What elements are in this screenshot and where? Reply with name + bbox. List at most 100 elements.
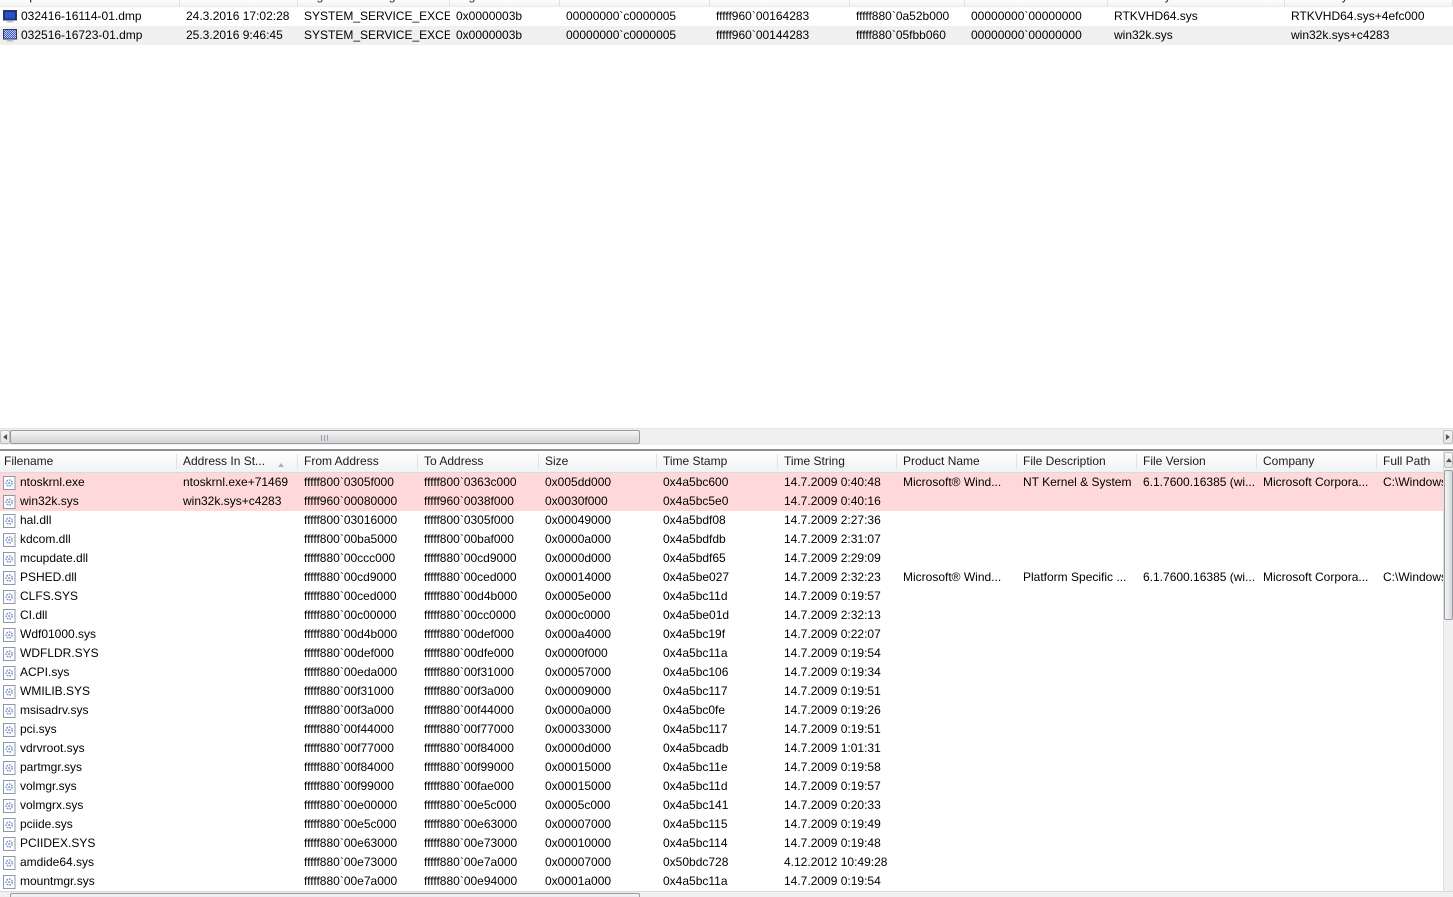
driver-row[interactable]: win32k.sys win32k.sys+c4283 fffff960`00080… xyxy=(0,492,1443,511)
driver-file-name: ACPI.sys xyxy=(20,665,70,679)
cell-time-stamp: 0x4a5bdf08 xyxy=(663,513,726,527)
upper-column-header-bug-check-string[interactable]: Bug Check String xyxy=(298,0,450,6)
driver-row[interactable]: amdide64.sys fffff880`00e73000 fffff880`00… xyxy=(0,853,1443,872)
upper-column-header-bug-check-code[interactable]: Bug Check Code xyxy=(450,0,560,6)
cell-from-address: fffff880`00c00000 xyxy=(304,608,397,622)
lower-horizontal-scrollbar[interactable] xyxy=(0,891,1453,897)
cell-company xyxy=(1257,549,1377,568)
column-header-full-path[interactable]: Full Path xyxy=(1377,451,1453,472)
scroll-up-arrow-button[interactable] xyxy=(1444,452,1453,468)
cell-address-in-stack xyxy=(177,644,298,663)
column-header-time-stamp[interactable]: Time Stamp xyxy=(657,451,778,472)
cell-size: 0x00033000 xyxy=(545,722,612,736)
cell-to-address: fffff880`00e5c000 xyxy=(424,798,517,812)
driver-row[interactable]: CI.dll fffff880`00c00000 fffff880`00cc0000… xyxy=(0,606,1443,625)
cell-parameter-4: 00000000`00000000 xyxy=(971,9,1082,23)
driver-row[interactable]: volmgr.sys fffff880`00f99000 fffff880`00fa… xyxy=(0,777,1443,796)
cell-company xyxy=(1257,644,1377,663)
driver-row[interactable]: mountmgr.sys fffff880`00e7a000 fffff880`00… xyxy=(0,872,1443,891)
column-header-filename[interactable]: Filename xyxy=(0,451,177,472)
lower-hscroll-thumb[interactable] xyxy=(10,893,640,897)
cell-company xyxy=(1257,663,1377,682)
cell-company xyxy=(1257,796,1377,815)
cell-full-path xyxy=(1377,834,1453,853)
driver-row[interactable]: ACPI.sys fffff880`00eda000 fffff880`00f310… xyxy=(0,663,1443,682)
column-header-product-name[interactable]: Product Name xyxy=(897,451,1017,472)
cell-product-name xyxy=(897,853,1017,872)
cell-time-stamp: 0x4a5bc117 xyxy=(663,684,728,698)
cell-to-address: fffff880`00ced000 xyxy=(424,570,517,584)
cell-address-in-stack xyxy=(177,872,298,891)
scroll-left-arrow-button[interactable] xyxy=(0,430,10,444)
cell-file-version xyxy=(1137,853,1257,872)
cell-company xyxy=(1257,587,1377,606)
vscroll-thumb[interactable] xyxy=(1444,470,1453,620)
column-header-address-in-stack[interactable]: Address In St... xyxy=(177,451,298,472)
cell-time-string: 14.7.2009 0:19:51 xyxy=(784,684,881,698)
cell-time-stamp: 0x4a5bc11a xyxy=(663,646,728,660)
crash-list-header-clipped: Dump FileCrash TimeBug Check StringBug C… xyxy=(0,0,1453,7)
driver-file-icon xyxy=(3,817,16,832)
driver-row[interactable]: pciide.sys fffff880`00e5c000 fffff880`00e6… xyxy=(0,815,1443,834)
driver-row[interactable]: PCIIDEX.SYS fffff880`00e63000 fffff880`00e… xyxy=(0,834,1443,853)
dump-row[interactable]: 032416-16114-01.dmp 24.3.2016 17:02:28 SYS… xyxy=(0,7,1453,26)
cell-filename: mcupdate.dll xyxy=(0,549,177,568)
column-header-time-string[interactable]: Time String xyxy=(778,451,897,472)
arrow-right-icon xyxy=(1445,434,1453,440)
hscroll-thumb[interactable] xyxy=(10,430,640,444)
driver-row[interactable]: volmgrx.sys fffff880`00e00000 fffff880`00e… xyxy=(0,796,1443,815)
cell-company xyxy=(1257,492,1377,511)
driver-file-icon xyxy=(3,741,16,756)
upper-column-header-dump-file[interactable]: Dump File xyxy=(0,0,180,6)
cell-to-address: fffff880`00f31000 xyxy=(424,665,514,679)
driver-row[interactable]: hal.dll fffff800`03016000 fffff800`0305f00… xyxy=(0,511,1443,530)
cell-time-stamp: 0x4a5bc11a xyxy=(663,874,728,888)
driver-row[interactable]: ntoskrnl.exe ntoskrnl.exe+71469 fffff800`0… xyxy=(0,473,1447,492)
column-header-from-address[interactable]: From Address xyxy=(298,451,418,472)
cell-time-stamp: 0x4a5bc114 xyxy=(663,836,728,850)
cell-to-address: fffff880`00d4b000 xyxy=(424,589,518,603)
upper-column-header-caused-by-driver[interactable]: Caused By Driver xyxy=(1108,0,1285,6)
driver-row[interactable]: WDFLDR.SYS fffff880`00def000 fffff880`00df… xyxy=(0,644,1443,663)
upper-column-header-crash-time[interactable]: Crash Time xyxy=(180,0,298,6)
driver-file-icon xyxy=(3,475,16,490)
upper-column-header-parameter-1[interactable]: Parameter 1 xyxy=(560,0,710,6)
cell-product-name: Microsoft® Wind... xyxy=(903,475,1002,489)
column-header-size[interactable]: Size xyxy=(539,451,657,472)
column-header-file-description[interactable]: File Description xyxy=(1017,451,1137,472)
cell-parameter-4: 00000000`00000000 xyxy=(971,28,1082,42)
cell-product-name xyxy=(897,701,1017,720)
lower-vertical-scrollbar[interactable] xyxy=(1443,451,1453,891)
upper-horizontal-scrollbar[interactable] xyxy=(0,428,1453,445)
driver-row[interactable]: kdcom.dll fffff800`00ba5000 fffff800`00baf… xyxy=(0,530,1443,549)
dump-row[interactable]: 032516-16723-01.dmp 25.3.2016 9:46:45 SYST… xyxy=(0,26,1453,45)
upper-column-header-caused-by-address[interactable]: Caused By Address xyxy=(1285,0,1453,6)
driver-row[interactable]: PSHED.dll fffff880`00cd9000 fffff880`00ced… xyxy=(0,568,1447,587)
driver-row[interactable]: CLFS.SYS fffff880`00ced000 fffff880`00d4b0… xyxy=(0,587,1443,606)
driver-row[interactable]: WMILIB.SYS fffff880`00f31000 fffff880`00f3… xyxy=(0,682,1443,701)
cell-filename: hal.dll xyxy=(0,511,177,530)
cell-from-address: fffff880`00f31000 xyxy=(304,684,394,698)
scroll-right-arrow-button[interactable] xyxy=(1443,430,1453,444)
driver-row[interactable]: Wdf01000.sys fffff880`00d4b000 fffff880`00… xyxy=(0,625,1443,644)
upper-column-header-parameter-4[interactable]: Parameter 4 xyxy=(965,0,1108,6)
driver-row[interactable]: partmgr.sys fffff880`00f84000 fffff880`00f… xyxy=(0,758,1443,777)
upper-column-header-parameter-2[interactable]: Parameter 2 xyxy=(710,0,850,6)
driver-file-name: CI.dll xyxy=(20,608,48,622)
cell-from-address: fffff880`00f3a000 xyxy=(304,703,394,717)
column-header-company[interactable]: Company xyxy=(1257,451,1377,472)
driver-file-icon xyxy=(3,703,16,718)
driver-row[interactable]: pci.sys fffff880`00f44000 fffff880`00f7700… xyxy=(0,720,1443,739)
cell-company xyxy=(1257,511,1377,530)
driver-row[interactable]: mcupdate.dll fffff880`00ccc000 fffff880`00… xyxy=(0,549,1443,568)
cell-time-stamp: 0x4a5bdfdb xyxy=(663,532,726,546)
column-header-file-version[interactable]: File Version xyxy=(1137,451,1257,472)
driver-row[interactable]: msisadrv.sys fffff880`00f3a000 fffff880`00… xyxy=(0,701,1443,720)
cell-file-description xyxy=(1017,720,1137,739)
cell-caused-by-driver: win32k.sys xyxy=(1114,28,1173,42)
driver-row[interactable]: vdrvroot.sys fffff880`00f77000 fffff880`00… xyxy=(0,739,1443,758)
cell-full-path xyxy=(1377,587,1453,606)
column-header-to-address[interactable]: To Address xyxy=(418,451,539,472)
cell-file-version xyxy=(1137,530,1257,549)
upper-column-header-parameter-3[interactable]: Parameter 3 xyxy=(850,0,965,6)
